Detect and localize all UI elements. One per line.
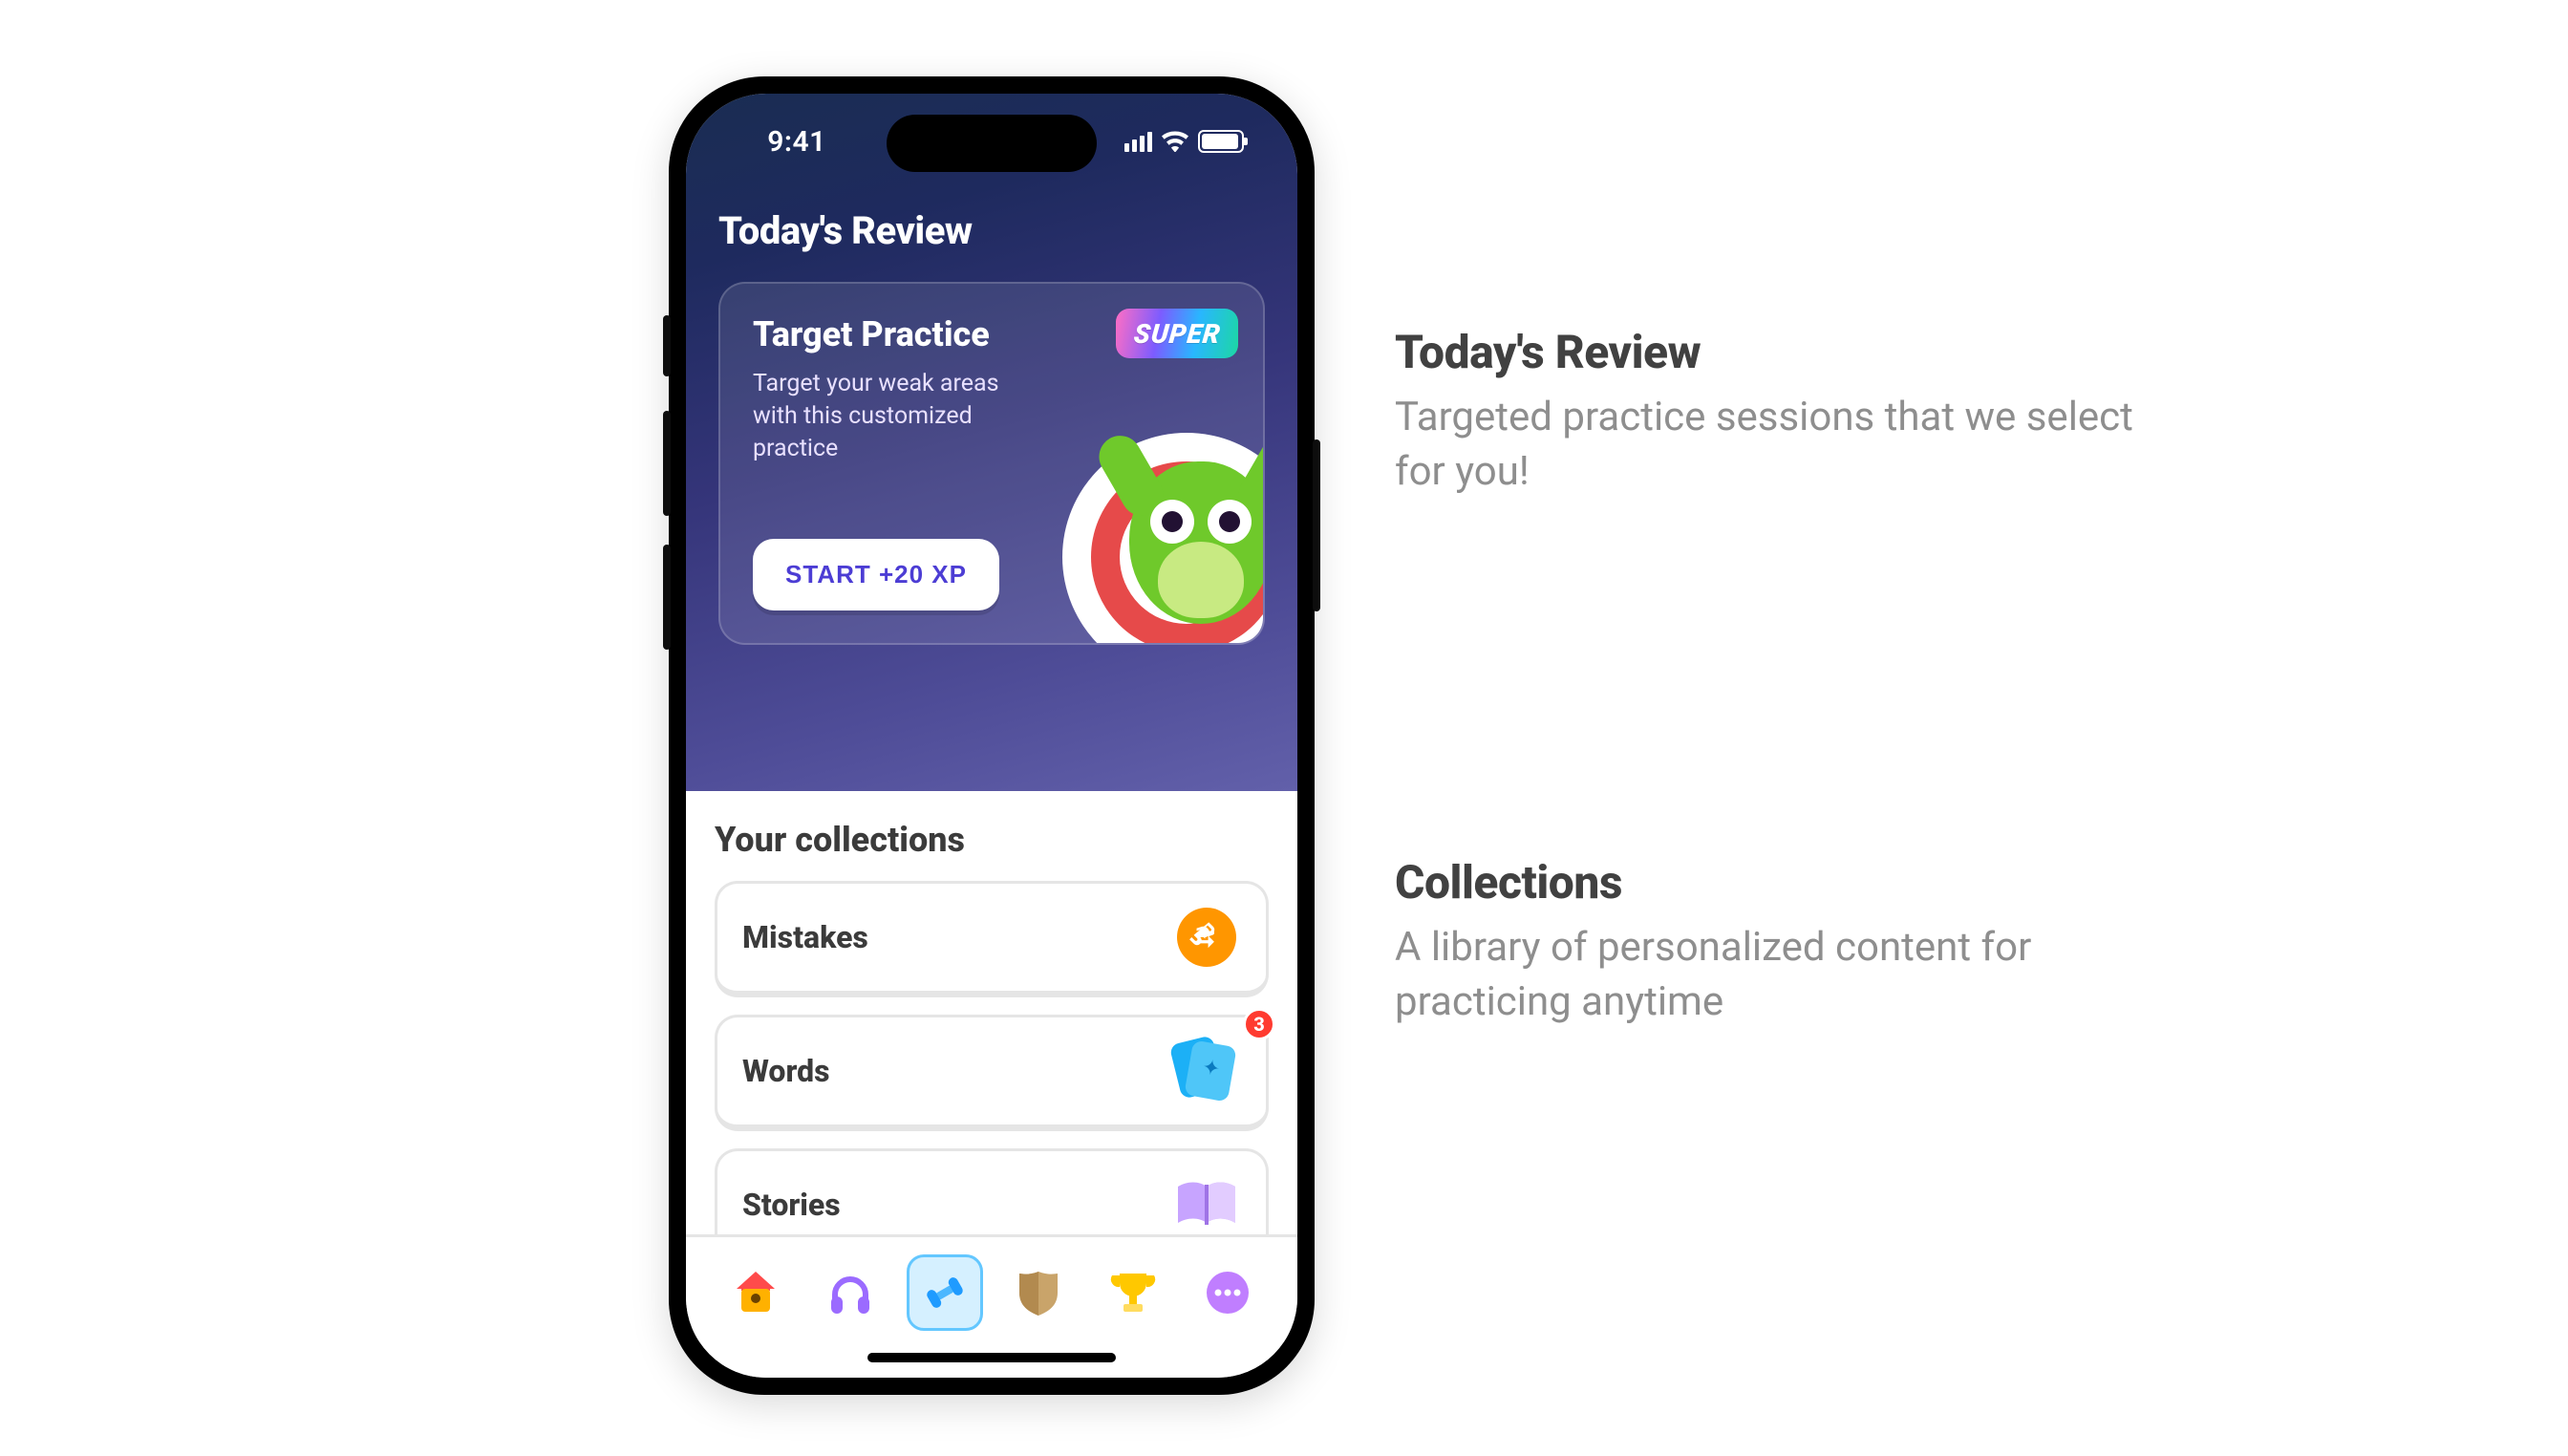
battery-icon — [1198, 130, 1244, 153]
annotation-title: Today's Review — [1395, 325, 2159, 379]
dynamic-island — [887, 115, 1097, 172]
nav-listen[interactable] — [812, 1254, 888, 1331]
trophy-icon — [1108, 1268, 1158, 1317]
nav-trophy[interactable] — [1095, 1254, 1171, 1331]
annotation-body: Targeted practice sessions that we selec… — [1395, 391, 2159, 499]
phone-screen: 9:41 Today's Review SUPER Target Practic… — [686, 94, 1297, 1378]
words-badge-count: 3 — [1243, 1008, 1275, 1040]
start-practice-button[interactable]: START +20 XP — [753, 539, 999, 610]
headphones-icon — [825, 1268, 875, 1317]
signal-icon — [1124, 131, 1152, 152]
nav-league[interactable] — [1000, 1254, 1077, 1331]
super-badge-label: SUPER — [1132, 318, 1222, 350]
words-icon: 3 — [1172, 1037, 1241, 1105]
annotation-body: A library of personalized content for pr… — [1395, 921, 2159, 1029]
practice-card-desc: Target your weak areas with this customi… — [753, 368, 1039, 464]
shield-icon — [1016, 1268, 1061, 1317]
home-icon — [731, 1268, 781, 1317]
collection-label: Stories — [742, 1187, 841, 1223]
phone-side-button — [663, 315, 671, 376]
nav-more[interactable] — [1189, 1254, 1266, 1331]
phone-side-button — [663, 411, 671, 516]
nav-home[interactable] — [717, 1254, 794, 1331]
todays-review-section: Today's Review SUPER Target Practice Tar… — [686, 94, 1297, 791]
dumbbell-icon — [920, 1268, 970, 1317]
collections-section: Your collections Mistakes — [686, 791, 1297, 1234]
home-indicator — [867, 1353, 1116, 1362]
phone-mockup: 9:41 Today's Review SUPER Target Practic… — [669, 76, 1315, 1395]
bottom-nav — [686, 1234, 1297, 1378]
more-icon — [1205, 1270, 1251, 1316]
annotation-title: Collections — [1395, 855, 2159, 910]
annotation-collections: Collections A library of personalized co… — [1395, 855, 2159, 1029]
super-badge: SUPER — [1116, 309, 1238, 358]
owl-target-illustration — [1062, 433, 1265, 645]
todays-review-title: Today's Review — [718, 208, 1265, 253]
collection-item-mistakes[interactable]: Mistakes — [715, 881, 1269, 997]
stories-icon — [1172, 1170, 1241, 1239]
phone-side-button — [1313, 439, 1320, 611]
collection-label: Mistakes — [742, 919, 868, 955]
target-practice-card[interactable]: SUPER Target Practice Target your weak a… — [718, 282, 1265, 645]
collections-title: Your collections — [715, 820, 1269, 860]
status-time: 9:41 — [739, 125, 854, 159]
nav-practice[interactable] — [907, 1254, 983, 1331]
collection-item-words[interactable]: Words 3 — [715, 1015, 1269, 1131]
wifi-icon — [1162, 131, 1188, 152]
collection-label: Words — [742, 1053, 830, 1089]
phone-side-button — [663, 545, 671, 650]
annotation-todays-review: Today's Review Targeted practice session… — [1395, 325, 2159, 499]
mistakes-icon — [1172, 903, 1241, 972]
